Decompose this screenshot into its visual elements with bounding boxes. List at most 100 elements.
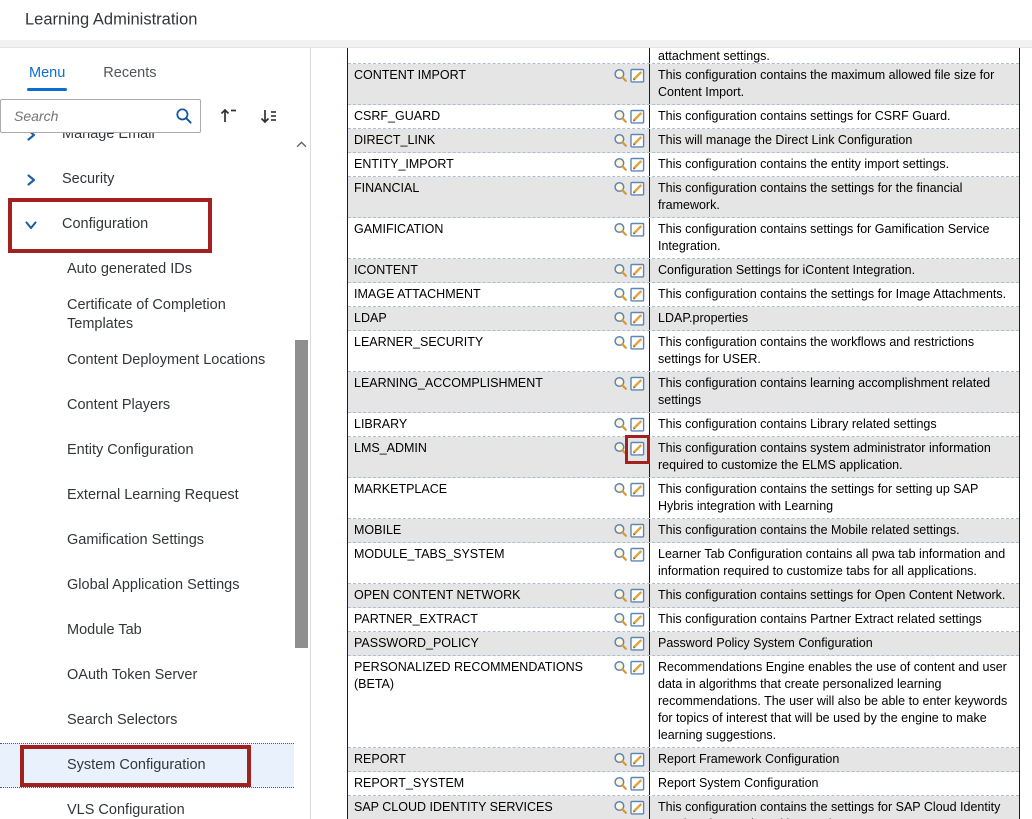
config-description: This configuration contains the settings…	[650, 796, 1019, 819]
chevron-right-icon[interactable]	[23, 133, 39, 143]
sidebar-item-global-application-settings[interactable]: Global Application Settings	[0, 563, 294, 608]
search-icon[interactable]	[613, 612, 628, 627]
edit-icon[interactable]	[630, 335, 645, 350]
search-icon[interactable]	[613, 523, 628, 538]
edit-icon[interactable]	[630, 588, 645, 603]
search-icon[interactable]	[613, 376, 628, 391]
sidebar-item-auto-generated-ids[interactable]: Auto generated IDs	[0, 247, 294, 292]
edit-icon[interactable]	[630, 287, 645, 302]
config-id-cell: CONTENT IMPORT	[348, 64, 650, 104]
config-description: This configuration contains learning acc…	[650, 372, 1019, 412]
edit-icon[interactable]	[630, 612, 645, 627]
search-icon[interactable]	[613, 636, 628, 651]
edit-icon[interactable]	[630, 660, 645, 675]
search-icon[interactable]	[613, 588, 628, 603]
search-icon[interactable]	[613, 287, 628, 302]
config-id: LMS_ADMIN	[354, 440, 609, 457]
edit-icon[interactable]	[630, 263, 645, 278]
search-icon[interactable]	[613, 660, 628, 675]
edit-icon[interactable]	[630, 311, 645, 326]
edit-icon[interactable]	[630, 133, 645, 148]
sort-descending-icon[interactable]	[255, 103, 281, 129]
search-icon[interactable]	[613, 109, 628, 124]
edit-icon[interactable]	[630, 482, 645, 497]
sidebar-item-content-players[interactable]: Content Players	[0, 383, 294, 428]
table-row-content-import: CONTENT IMPORT This configuration contai…	[348, 64, 1019, 105]
config-id: LEARNER_SECURITY	[354, 334, 609, 351]
search-input[interactable]	[0, 99, 201, 133]
tab-recents[interactable]: Recents	[101, 51, 158, 95]
edit-icon[interactable]	[630, 636, 645, 651]
search-icon[interactable]	[613, 800, 628, 815]
search-icon[interactable]	[613, 263, 628, 278]
search-icon[interactable]	[613, 311, 628, 326]
tab-menu[interactable]: Menu	[27, 51, 67, 95]
config-id: MOBILE	[354, 522, 609, 539]
sidebar-item-entity-configuration[interactable]: Entity Configuration	[0, 428, 294, 473]
edit-icon[interactable]	[630, 800, 645, 815]
config-id: LEARNING_ACCOMPLISHMENT	[354, 375, 609, 392]
table-row-password-policy: PASSWORD_POLICY Password Policy System C…	[348, 632, 1019, 656]
row-actions	[613, 132, 645, 148]
sidebar-item-vls-configuration[interactable]: VLS Configuration	[0, 788, 294, 819]
search-icon[interactable]	[613, 133, 628, 148]
search-icon[interactable]	[613, 482, 628, 497]
edit-icon[interactable]	[630, 68, 645, 83]
search-icon[interactable]	[613, 68, 628, 83]
edit-icon[interactable]	[630, 776, 645, 791]
search-icon[interactable]	[613, 335, 628, 350]
sidebar-item-security[interactable]: Security	[0, 157, 294, 202]
row-actions	[613, 67, 645, 83]
sidebar-item-content-deployment-locations[interactable]: Content Deployment Locations	[0, 338, 294, 383]
edit-icon[interactable]	[630, 441, 645, 456]
sidebar-item-certificate-of-completion-templates[interactable]: Certificate of Completion Templates	[0, 292, 294, 338]
search-icon[interactable]	[613, 417, 628, 432]
table-row-financial: FINANCIAL This configuration contains th…	[348, 177, 1019, 218]
config-id: OPEN CONTENT NETWORK	[354, 587, 609, 604]
sidebar-item-external-learning-request[interactable]: External Learning Request	[0, 473, 294, 518]
config-id-cell	[348, 48, 650, 63]
search-icon[interactable]	[613, 752, 628, 767]
sidebar-item-search-selectors[interactable]: Search Selectors	[0, 698, 294, 743]
edit-icon[interactable]	[630, 547, 645, 562]
search-icon[interactable]	[175, 107, 193, 125]
row-actions	[613, 799, 645, 815]
scroll-up-arrow-icon[interactable]	[294, 136, 309, 152]
sidebar-item-configuration[interactable]: Configuration	[0, 202, 294, 247]
chevron-right-icon[interactable]	[23, 172, 39, 188]
chevron-down-icon[interactable]	[23, 217, 39, 233]
edit-icon[interactable]	[630, 523, 645, 538]
config-id-cell: LEARNING_ACCOMPLISHMENT	[348, 372, 650, 412]
config-id-cell: ICONTENT	[348, 259, 650, 282]
sidebar-item-manage-email[interactable]: Manage Email	[0, 133, 294, 157]
edit-icon[interactable]	[630, 752, 645, 767]
search-icon[interactable]	[613, 222, 628, 237]
config-id-cell: MARKETPLACE	[348, 478, 650, 518]
edit-icon[interactable]	[630, 181, 645, 196]
sidebar-item-oauth-token-server[interactable]: OAuth Token Server	[0, 653, 294, 698]
search-icon[interactable]	[613, 157, 628, 172]
edit-icon[interactable]	[630, 376, 645, 391]
config-description: This configuration contains the workflow…	[650, 331, 1019, 371]
search-icon[interactable]	[613, 181, 628, 196]
edit-icon[interactable]	[630, 109, 645, 124]
search-icon[interactable]	[613, 547, 628, 562]
row-actions	[613, 522, 645, 538]
config-description: Recommendations Engine enables the use o…	[650, 656, 1019, 747]
config-id: FINANCIAL	[354, 180, 609, 197]
config-id-cell: CSRF_GUARD	[348, 105, 650, 128]
sidebar-item-gamification-settings[interactable]: Gamification Settings	[0, 518, 294, 563]
tree-item-label: Entity Configuration	[67, 441, 277, 460]
config-description: LDAP.properties	[650, 307, 1019, 330]
row-actions	[613, 611, 645, 627]
edit-icon[interactable]	[630, 417, 645, 432]
sidebar-item-module-tab[interactable]: Module Tab	[0, 608, 294, 653]
sidebar-scrollbar-thumb[interactable]	[295, 340, 308, 648]
sidebar-item-system-configuration[interactable]: System Configuration	[0, 743, 294, 788]
row-actions	[613, 375, 645, 391]
table-row-report: REPORT Report Framework Configuration	[348, 748, 1019, 772]
edit-icon[interactable]	[630, 222, 645, 237]
edit-icon[interactable]	[630, 157, 645, 172]
sort-ascending-icon[interactable]	[215, 103, 241, 129]
search-icon[interactable]	[613, 776, 628, 791]
